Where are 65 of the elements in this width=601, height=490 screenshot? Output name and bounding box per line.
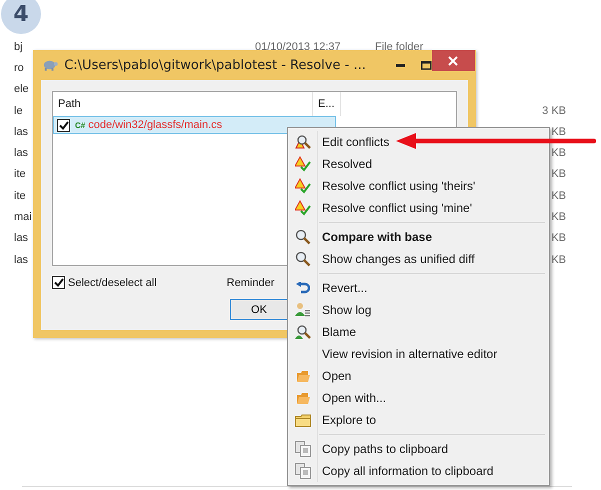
file-size: KB [551, 254, 566, 266]
step-badge: 4 [1, 0, 41, 34]
menu-item[interactable]: Open with... [322, 391, 386, 405]
file-name: las [14, 232, 28, 244]
file-name: ite [14, 168, 26, 180]
file-name: ele [14, 83, 29, 96]
close-icon [448, 56, 458, 66]
magnifier-warning-icon [295, 134, 311, 150]
menu-item[interactable]: Show log [322, 303, 372, 317]
menu-item[interactable]: Edit conflicts [322, 135, 390, 149]
file-size: KB [551, 147, 566, 160]
copy-icon [295, 441, 311, 457]
minimize-icon[interactable] [396, 64, 406, 66]
file-type-label: C# [75, 120, 86, 130]
magnifier-icon [295, 251, 311, 267]
file-name: mai [14, 211, 32, 224]
copy-icon [295, 463, 311, 479]
menu-item[interactable]: Compare with base [322, 230, 432, 244]
warning-check-icon [295, 178, 311, 194]
warning-check-icon [295, 200, 311, 216]
menu-item[interactable]: Revert... [322, 281, 368, 295]
menu-item[interactable]: Copy all information to clipboard [322, 464, 494, 478]
file-size: KB [551, 211, 566, 224]
file-date: 01/10/2013 12:37 [255, 40, 341, 53]
turtle-icon [41, 58, 58, 72]
close-button[interactable] [432, 50, 475, 71]
open-folder-icon [296, 370, 310, 382]
file-size: KB [551, 126, 566, 138]
warning-check-icon [295, 156, 311, 172]
file-size: KB [551, 168, 566, 180]
menu-item[interactable]: Show changes as unified diff [322, 252, 475, 266]
reminder-label: Reminder [226, 276, 274, 288]
person-magnifier-icon [295, 324, 311, 340]
menu-item[interactable]: View revision in alternative editor [322, 347, 498, 361]
file-type: File folder [375, 40, 424, 53]
file-name: le [14, 104, 23, 117]
checkbox-label[interactable]: Select/deselect all [68, 276, 157, 288]
menu-item[interactable]: Blame [322, 325, 356, 339]
menu-item[interactable]: Open [322, 369, 352, 383]
maximize-icon[interactable] [421, 60, 432, 70]
checkbox[interactable] [52, 276, 65, 289]
file-name: ite [14, 190, 26, 202]
conflicted-file-path: code/win32/glassfs/main.cs [88, 119, 222, 131]
checkbox[interactable] [57, 118, 70, 132]
file-row[interactable]: C# code/win32/glassfs/main.cs [53, 116, 336, 134]
file-name: bj [14, 40, 23, 53]
file-name: las [14, 147, 28, 160]
undo-icon [296, 282, 310, 294]
folder-icon [295, 414, 311, 426]
menu-item[interactable]: Resolve conflict using 'mine' [322, 201, 472, 215]
open-folder-icon [296, 392, 310, 404]
file-name: las [14, 254, 28, 266]
window-title: C:\Users\pablo\gitwork\pablotest - Resolve - ... [64, 58, 367, 72]
file-size: 3 KB [542, 104, 566, 117]
menu-item[interactable]: Explore to [322, 413, 376, 427]
magnifier-icon [295, 229, 311, 245]
person-list-icon [295, 302, 311, 318]
ok-button[interactable]: OK [230, 299, 288, 320]
file-name: ro [14, 62, 24, 74]
menu-item[interactable]: Copy paths to clipboard [322, 442, 448, 456]
menu-item[interactable]: Resolve conflict using 'theirs' [322, 179, 476, 193]
file-size: KB [551, 190, 566, 202]
menu-item[interactable]: Resolved [322, 157, 372, 171]
file-size: KB [551, 232, 566, 244]
file-name: las [14, 126, 28, 138]
